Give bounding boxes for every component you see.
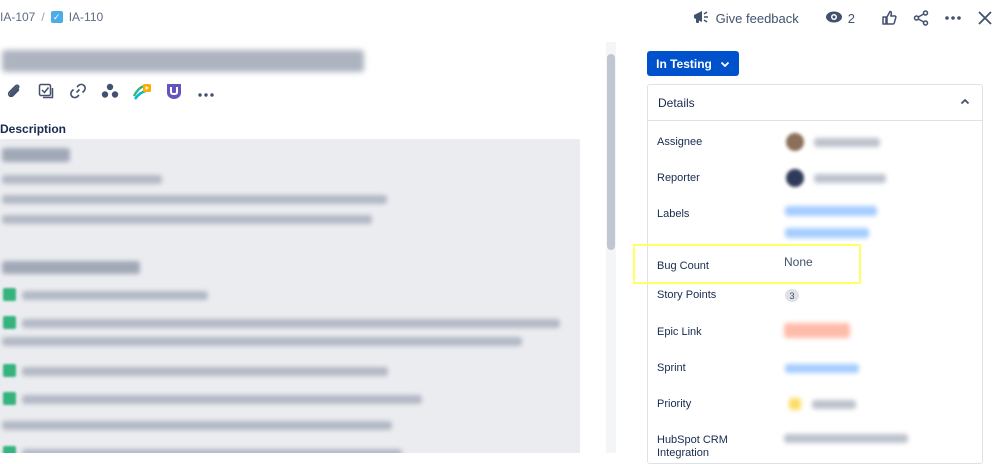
u-app-icon xyxy=(165,82,183,105)
share-icon[interactable] xyxy=(907,6,935,30)
field-label-reporter: Reporter xyxy=(657,172,700,184)
give-feedback-button[interactable]: Give feedback xyxy=(692,9,799,28)
field-label-hubspot-line1: HubSpot CRM xyxy=(657,434,728,446)
eye-icon xyxy=(825,10,843,27)
issue-toolbar xyxy=(0,80,220,106)
status-dropdown-button[interactable]: In Testing xyxy=(647,51,739,76)
label-tag-redacted[interactable] xyxy=(785,228,869,238)
breadcrumb-separator: / xyxy=(41,10,45,24)
link-icon xyxy=(69,82,87,105)
check-bullet-icon xyxy=(3,364,16,377)
link-issue-button[interactable] xyxy=(64,80,92,106)
description-label: Description xyxy=(0,122,67,136)
thumbs-up-icon[interactable] xyxy=(875,6,903,30)
scrollbar-thumb[interactable] xyxy=(607,54,615,250)
more-actions-icon[interactable] xyxy=(939,6,967,30)
description-content[interactable] xyxy=(0,139,580,453)
colorful-app-icon xyxy=(132,82,152,105)
story-points-badge[interactable]: 3 xyxy=(785,289,799,302)
priority-icon xyxy=(789,398,801,410)
description-text-redacted xyxy=(2,175,162,184)
field-label-epic-link: Epic Link xyxy=(657,326,702,338)
add-child-issue-button[interactable] xyxy=(32,80,60,106)
criteria-text-redacted xyxy=(22,395,422,404)
criteria-text-redacted xyxy=(22,319,560,328)
three-circles-icon xyxy=(101,83,119,104)
issue-title-redacted xyxy=(2,50,364,72)
bug-count-highlight xyxy=(633,244,861,284)
label-tag-redacted[interactable] xyxy=(785,206,877,216)
field-label-hubspot-line2: Integration xyxy=(657,447,709,459)
watch-count: 2 xyxy=(847,10,855,26)
criteria-text-redacted xyxy=(22,291,208,300)
issue-header: IA-107 / ✓ IA-110 Give feedback 2 xyxy=(0,0,999,36)
status-label: In Testing xyxy=(656,56,712,71)
field-label-labels: Labels xyxy=(657,208,690,220)
field-label-story-points: Story Points xyxy=(657,289,717,301)
acceptance-heading-redacted xyxy=(2,261,140,274)
sprint-value-redacted[interactable] xyxy=(785,364,859,373)
check-bullet-icon xyxy=(3,392,16,405)
breadcrumb-current-link[interactable]: IA-110 xyxy=(69,10,103,24)
check-bullet-icon xyxy=(3,288,16,301)
paperclip-icon xyxy=(6,82,22,105)
issue-main-column: Description xyxy=(0,36,604,453)
assignee-avatar[interactable] xyxy=(786,133,804,151)
assignee-value-redacted[interactable] xyxy=(814,138,880,147)
more-toolbar-button[interactable] xyxy=(192,80,220,106)
close-icon[interactable] xyxy=(971,6,999,30)
details-header[interactable]: Details xyxy=(648,85,982,121)
check-bullet-icon xyxy=(3,316,16,329)
criteria-text-redacted xyxy=(2,421,392,430)
reporter-avatar[interactable] xyxy=(786,169,804,187)
breadcrumb: IA-107 / ✓ IA-110 xyxy=(0,10,103,24)
criteria-text-redacted xyxy=(22,449,402,453)
chevron-up-icon[interactable] xyxy=(958,95,972,109)
give-feedback-label: Give feedback xyxy=(715,10,799,26)
field-label-hubspot: HubSpot CRM Integration xyxy=(657,434,728,460)
description-heading-redacted xyxy=(2,148,70,162)
chevron-down-icon xyxy=(720,57,730,71)
reporter-value-redacted[interactable] xyxy=(814,174,886,183)
apps-button[interactable] xyxy=(96,80,124,106)
criteria-text-redacted xyxy=(2,337,522,346)
description-text-redacted xyxy=(2,215,372,224)
breadcrumb-parent-link[interactable]: IA-107 xyxy=(0,10,35,24)
field-label-sprint: Sprint xyxy=(657,362,686,374)
task-type-icon: ✓ xyxy=(50,11,63,23)
more-horizontal-icon xyxy=(198,84,214,102)
hubspot-value-redacted[interactable] xyxy=(784,434,908,443)
epic-link-value-redacted[interactable] xyxy=(784,323,850,338)
field-label-priority: Priority xyxy=(657,398,692,410)
details-title: Details xyxy=(658,96,695,110)
attach-button[interactable] xyxy=(0,80,28,106)
watch-button[interactable]: 2 xyxy=(825,10,855,27)
issue-actions: Give feedback 2 xyxy=(692,6,999,30)
description-text-redacted xyxy=(2,195,387,204)
field-label-assignee: Assignee xyxy=(657,136,703,148)
criteria-text-redacted xyxy=(22,367,388,376)
u-app-button[interactable] xyxy=(160,80,188,106)
priority-value-redacted[interactable] xyxy=(812,400,856,409)
check-bullet-icon xyxy=(3,446,16,453)
megaphone-icon xyxy=(692,9,710,28)
checklist-icon xyxy=(38,83,54,104)
app-integration-button[interactable] xyxy=(128,80,156,106)
